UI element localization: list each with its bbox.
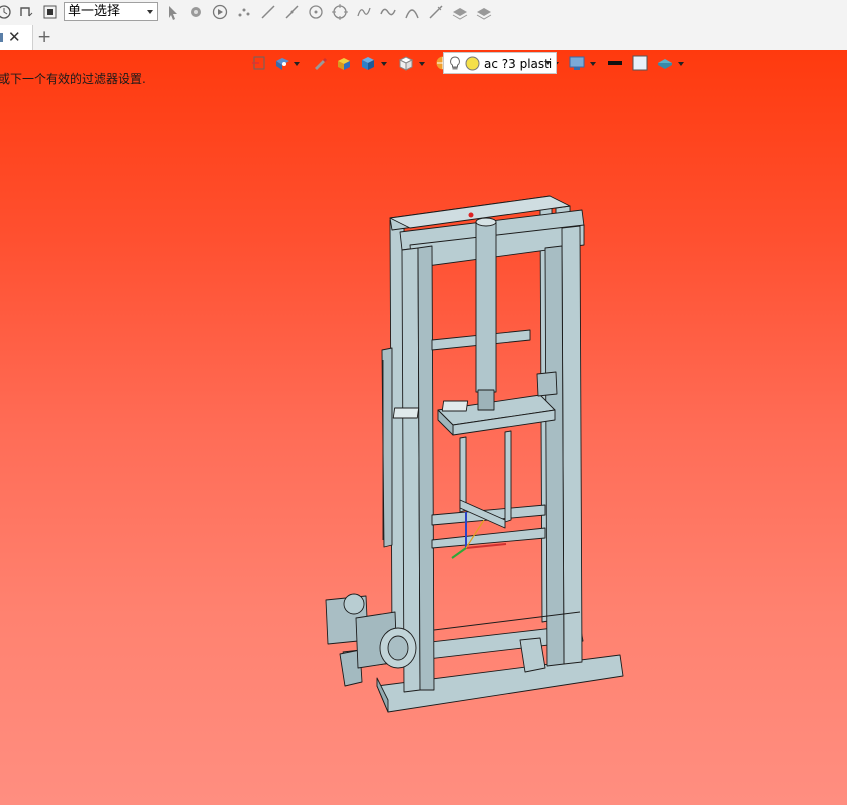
snap-icon[interactable]	[18, 4, 34, 20]
rotate-icon[interactable]	[0, 4, 12, 20]
front-upright-right	[561, 225, 583, 665]
circle-icon[interactable]	[332, 4, 348, 20]
select-multiple-icon[interactable]	[188, 4, 204, 20]
white-square-icon[interactable]	[632, 55, 648, 71]
circle-point-icon[interactable]	[308, 4, 324, 20]
layers-icon[interactable]	[452, 4, 468, 20]
fit-view-icon[interactable]	[251, 55, 267, 71]
pen-icon[interactable]	[312, 55, 328, 71]
layer-icon[interactable]	[657, 55, 673, 71]
chevron-down-icon[interactable]	[590, 62, 596, 66]
document-tab[interactable]: ✕	[0, 25, 33, 50]
chevron-down-icon	[147, 10, 153, 14]
chevron-down-icon[interactable]	[419, 62, 425, 66]
hydraulic-cylinder	[475, 221, 497, 393]
cube-icon[interactable]	[360, 55, 376, 71]
selection-filter-dropdown[interactable]: 单一选择	[64, 2, 158, 21]
chevron-down-icon	[545, 61, 551, 65]
wire-cube-icon[interactable]	[398, 55, 414, 71]
tab-edge	[0, 33, 3, 42]
appearance-value: ac ?3 plasti	[484, 57, 553, 71]
add-tab-button[interactable]: +	[37, 27, 51, 47]
appearance-dropdown[interactable]: ac ?3 plasti	[443, 52, 557, 74]
command-toolbar: 单一选择	[0, 0, 847, 25]
play-icon[interactable]	[212, 4, 228, 20]
line-icon[interactable]	[260, 4, 276, 20]
edit-line-icon[interactable]	[428, 4, 444, 20]
layers2-icon[interactable]	[476, 4, 492, 20]
chevron-down-icon[interactable]	[678, 62, 684, 66]
shaded-icon[interactable]	[336, 55, 352, 71]
display-icon[interactable]	[569, 55, 585, 71]
black-rect-icon[interactable]	[607, 55, 623, 71]
selection-filter-value: 单一选择	[68, 4, 121, 19]
front-upright-left	[401, 247, 421, 693]
select-arrow-icon[interactable]	[165, 4, 181, 20]
orient-icon[interactable]	[274, 55, 290, 71]
3d-model[interactable]	[0, 50, 847, 805]
chevron-down-icon[interactable]	[381, 62, 387, 66]
bulb-icon	[450, 56, 460, 70]
appearance-swatch-icon	[465, 56, 480, 71]
close-icon[interactable]: ✕	[8, 28, 21, 46]
curve-icon[interactable]	[380, 4, 396, 20]
chevron-down-icon[interactable]	[294, 62, 300, 66]
stop-icon[interactable]	[42, 4, 58, 20]
point-icon[interactable]	[236, 4, 252, 20]
arc-icon[interactable]	[404, 4, 420, 20]
document-tab-bar: ✕ +	[0, 25, 847, 51]
spline-icon[interactable]	[356, 4, 372, 20]
line2-icon[interactable]	[284, 4, 300, 20]
graphics-viewport[interactable]: 或下一个有效的过滤器设置. ac ?3 plasti	[0, 50, 847, 805]
